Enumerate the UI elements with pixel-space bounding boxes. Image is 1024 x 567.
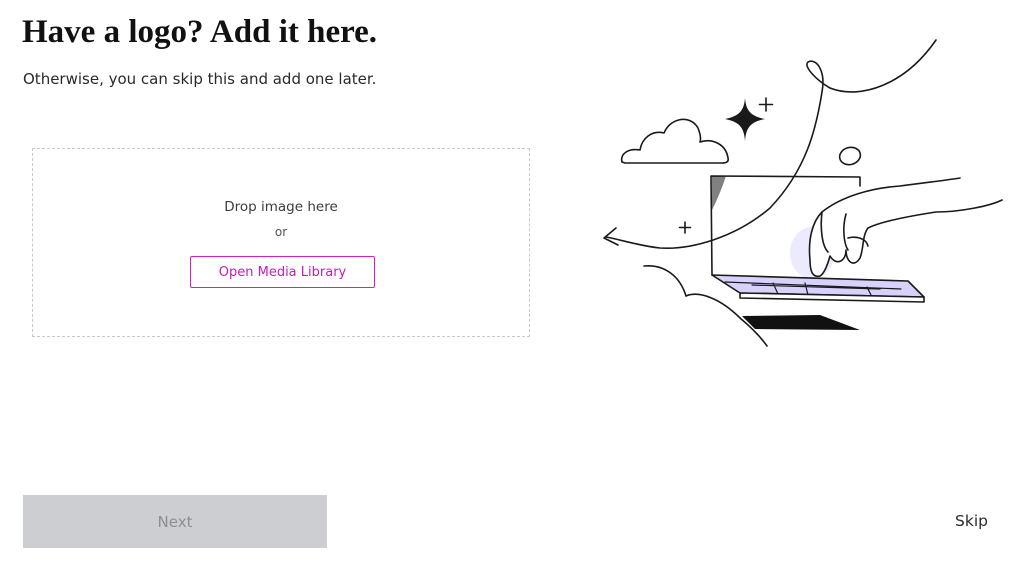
drop-prompt: Drop image here bbox=[224, 199, 338, 215]
arrow-head-icon bbox=[603, 227, 619, 246]
plus-icon-left bbox=[678, 221, 692, 234]
next-button[interactable]: Next bbox=[23, 495, 327, 548]
skip-button[interactable]: Skip bbox=[955, 508, 988, 534]
screen-shading bbox=[712, 176, 726, 210]
logo-dropzone[interactable]: Drop image here or Open Media Library bbox=[32, 148, 530, 337]
plus-icon-top bbox=[758, 97, 774, 112]
hand-on-laptop-illustration bbox=[603, 39, 1003, 347]
page-subtitle: Otherwise, you can skip this and add one… bbox=[23, 70, 377, 88]
hand-shape bbox=[808, 177, 1003, 278]
laptop-shadow bbox=[742, 315, 860, 330]
open-media-library-button[interactable]: Open Media Library bbox=[190, 256, 375, 288]
ellipse-shape bbox=[838, 146, 862, 166]
cloud-shape bbox=[620, 118, 729, 164]
page-title: Have a logo? Add it here. bbox=[22, 14, 378, 50]
drop-separator: or bbox=[274, 225, 288, 239]
